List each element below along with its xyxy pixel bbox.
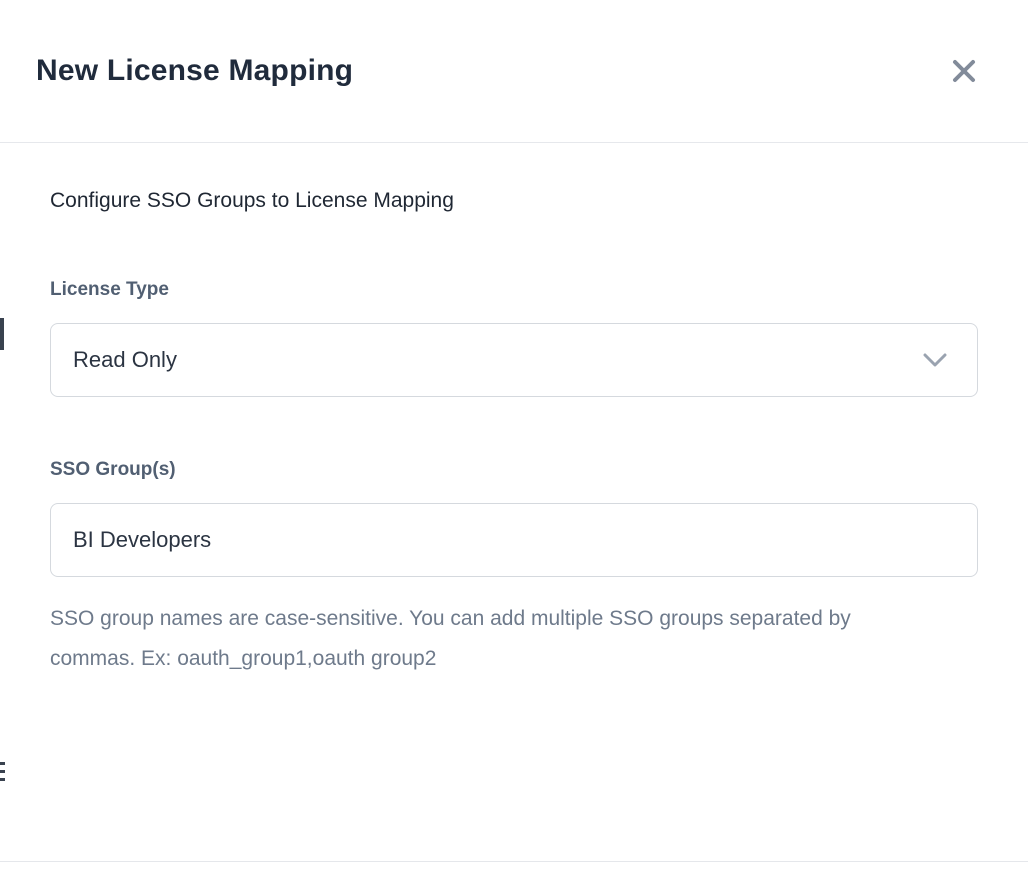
close-button[interactable] [944,51,984,91]
modal-header: New License Mapping [0,0,1028,143]
background-menu-line-icon [0,762,5,765]
license-type-selected-value: Read Only [73,347,177,373]
modal-description: Configure SSO Groups to License Mapping [50,189,978,213]
background-artifact [0,318,4,350]
close-icon [950,57,978,85]
page-background: New License Mapping Configure SSO Groups… [0,0,1028,876]
new-license-mapping-modal: New License Mapping Configure SSO Groups… [0,0,1028,862]
license-type-select[interactable]: Read Only [50,323,978,397]
modal-title: New License Mapping [36,54,353,88]
sso-groups-help-text: SSO group names are case-sensitive. You … [50,599,930,679]
sso-groups-input[interactable] [50,503,978,577]
chevron-down-icon [923,353,947,368]
sso-groups-label: SSO Group(s) [50,459,978,481]
license-type-label: License Type [50,279,978,301]
modal-body: Configure SSO Groups to License Mapping … [0,189,1028,679]
background-menu-line-icon [0,778,5,781]
background-menu-line-icon [0,770,5,773]
